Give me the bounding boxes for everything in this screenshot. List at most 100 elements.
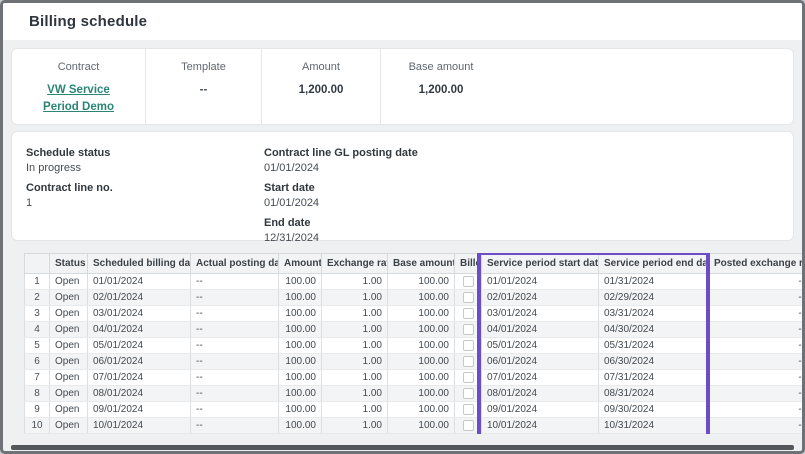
contract-line-no-label: Contract line no. bbox=[26, 181, 264, 195]
exchange-rate-cell: 1.00 bbox=[322, 290, 388, 306]
row-number-cell: 1 bbox=[25, 274, 50, 290]
amount-label: Amount bbox=[262, 61, 380, 73]
actual-posting-date-header: Actual posting date bbox=[191, 254, 279, 274]
base-amount-cell: 100.00 bbox=[388, 402, 455, 418]
status-cell: Open bbox=[50, 306, 88, 322]
row-number-cell: 2 bbox=[25, 290, 50, 306]
start-date-value: 01/01/2024 bbox=[264, 196, 779, 210]
status-cell: Open bbox=[50, 418, 88, 434]
billed-cell bbox=[455, 290, 482, 306]
start-date-field: Start date 01/01/2024 bbox=[264, 181, 779, 210]
base-amount-cell: 100.00 bbox=[388, 338, 455, 354]
amount-cell: 100.00 bbox=[279, 322, 322, 338]
billed-checkbox[interactable] bbox=[463, 372, 474, 383]
billed-checkbox[interactable] bbox=[463, 340, 474, 351]
row-number-header bbox=[25, 254, 50, 274]
title-bar: Billing schedule bbox=[3, 3, 802, 40]
details-card: Schedule status In progress Contract lin… bbox=[11, 131, 794, 241]
row-number-cell: 6 bbox=[25, 354, 50, 370]
base-amount-label: Base amount bbox=[381, 61, 501, 73]
contract-link[interactable]: VW Service Period Demo bbox=[40, 82, 118, 115]
actual-posting-date-cell: -- bbox=[191, 386, 279, 402]
gl-posting-date-label: Contract line GL posting date bbox=[264, 146, 779, 160]
billed-checkbox[interactable] bbox=[463, 388, 474, 399]
table-row: 10Open10/01/2024--100.001.00100.0010/01/… bbox=[25, 418, 803, 434]
service-period-start-cell: 03/01/2024 bbox=[482, 306, 599, 322]
schedule-status-label: Schedule status bbox=[26, 146, 264, 160]
posted-exchange-rate-cell: -- bbox=[709, 274, 803, 290]
scheduled-billing-date-cell: 08/01/2024 bbox=[88, 386, 191, 402]
posted-exchange-rate-cell: -- bbox=[709, 354, 803, 370]
summary-field-contract: Contract VW Service Period Demo bbox=[12, 49, 146, 124]
billed-cell bbox=[455, 354, 482, 370]
service-period-start-cell: 01/01/2024 bbox=[482, 274, 599, 290]
service-period-end-cell: 08/31/2024 bbox=[599, 386, 709, 402]
summary-field-template: Template -- bbox=[146, 49, 262, 124]
posted-exchange-rate-cell: -- bbox=[709, 338, 803, 354]
base-amount-cell: 100.00 bbox=[388, 370, 455, 386]
table-row: 7Open07/01/2024--100.001.00100.0007/01/2… bbox=[25, 370, 803, 386]
gl-posting-date-field: Contract line GL posting date 01/01/2024 bbox=[264, 146, 779, 175]
service-period-start-cell: 09/01/2024 bbox=[482, 402, 599, 418]
table-row: 2Open02/01/2024--100.001.00100.0002/01/2… bbox=[25, 290, 803, 306]
billed-checkbox[interactable] bbox=[463, 292, 474, 303]
summary-field-base-amount: Base amount 1,200.00 bbox=[381, 49, 501, 124]
service-period-end-cell: 03/31/2024 bbox=[599, 306, 709, 322]
scheduled-billing-date-cell: 05/01/2024 bbox=[88, 338, 191, 354]
actual-posting-date-cell: -- bbox=[191, 306, 279, 322]
billed-checkbox[interactable] bbox=[463, 404, 474, 415]
base-amount-value: 1,200.00 bbox=[381, 84, 501, 96]
posted-exchange-rate-cell: -- bbox=[709, 386, 803, 402]
status-cell: Open bbox=[50, 274, 88, 290]
table-row: 9Open09/01/2024--100.001.00100.0009/01/2… bbox=[25, 402, 803, 418]
scheduled-billing-date-header: Scheduled billing date bbox=[88, 254, 191, 274]
service-period-end-date-header: Service period end date bbox=[599, 254, 709, 274]
contract-line-no-value: 1 bbox=[26, 196, 264, 210]
status-cell: Open bbox=[50, 386, 88, 402]
template-value: -- bbox=[146, 84, 261, 96]
billed-checkbox[interactable] bbox=[463, 356, 474, 367]
service-period-start-cell: 06/01/2024 bbox=[482, 354, 599, 370]
contract-label: Contract bbox=[12, 61, 145, 73]
service-period-end-cell: 02/29/2024 bbox=[599, 290, 709, 306]
amount-cell: 100.00 bbox=[279, 354, 322, 370]
billed-checkbox[interactable] bbox=[463, 308, 474, 319]
billed-checkbox[interactable] bbox=[463, 276, 474, 287]
details-left-column: Schedule status In progress Contract lin… bbox=[26, 146, 264, 240]
end-date-value: 12/31/2024 bbox=[264, 231, 779, 245]
horizontal-scrollbar[interactable] bbox=[11, 445, 794, 450]
exchange-rate-cell: 1.00 bbox=[322, 370, 388, 386]
end-date-label: End date bbox=[264, 216, 779, 230]
row-number-cell: 7 bbox=[25, 370, 50, 386]
template-label: Template bbox=[146, 61, 261, 73]
amount-cell: 100.00 bbox=[279, 338, 322, 354]
billed-cell bbox=[455, 338, 482, 354]
amount-cell: 100.00 bbox=[279, 418, 322, 434]
billed-cell bbox=[455, 418, 482, 434]
row-number-cell: 9 bbox=[25, 402, 50, 418]
scheduled-billing-date-cell: 01/01/2024 bbox=[88, 274, 191, 290]
scheduled-billing-date-cell: 07/01/2024 bbox=[88, 370, 191, 386]
scheduled-billing-date-cell: 10/01/2024 bbox=[88, 418, 191, 434]
service-period-end-cell: 09/30/2024 bbox=[599, 402, 709, 418]
billed-header: Billed bbox=[455, 254, 482, 274]
base-amount-cell: 100.00 bbox=[388, 386, 455, 402]
posted-exchange-rate-cell: -- bbox=[709, 418, 803, 434]
billed-checkbox[interactable] bbox=[463, 324, 474, 335]
exchange-rate-cell: 1.00 bbox=[322, 306, 388, 322]
table-row: 5Open05/01/2024--100.001.00100.0005/01/2… bbox=[25, 338, 803, 354]
amount-cell: 100.00 bbox=[279, 306, 322, 322]
exchange-rate-cell: 1.00 bbox=[322, 322, 388, 338]
billed-checkbox[interactable] bbox=[463, 420, 474, 431]
exchange-rate-cell: 1.00 bbox=[322, 418, 388, 434]
actual-posting-date-cell: -- bbox=[191, 274, 279, 290]
actual-posting-date-cell: -- bbox=[191, 370, 279, 386]
base-amount-cell: 100.00 bbox=[388, 274, 455, 290]
service-period-end-cell: 06/30/2024 bbox=[599, 354, 709, 370]
posted-exchange-rate-cell: -- bbox=[709, 290, 803, 306]
status-cell: Open bbox=[50, 370, 88, 386]
service-period-start-cell: 10/01/2024 bbox=[482, 418, 599, 434]
posted-exchange-rate-cell: -- bbox=[709, 322, 803, 338]
amount-cell: 100.00 bbox=[279, 402, 322, 418]
amount-cell: 100.00 bbox=[279, 274, 322, 290]
